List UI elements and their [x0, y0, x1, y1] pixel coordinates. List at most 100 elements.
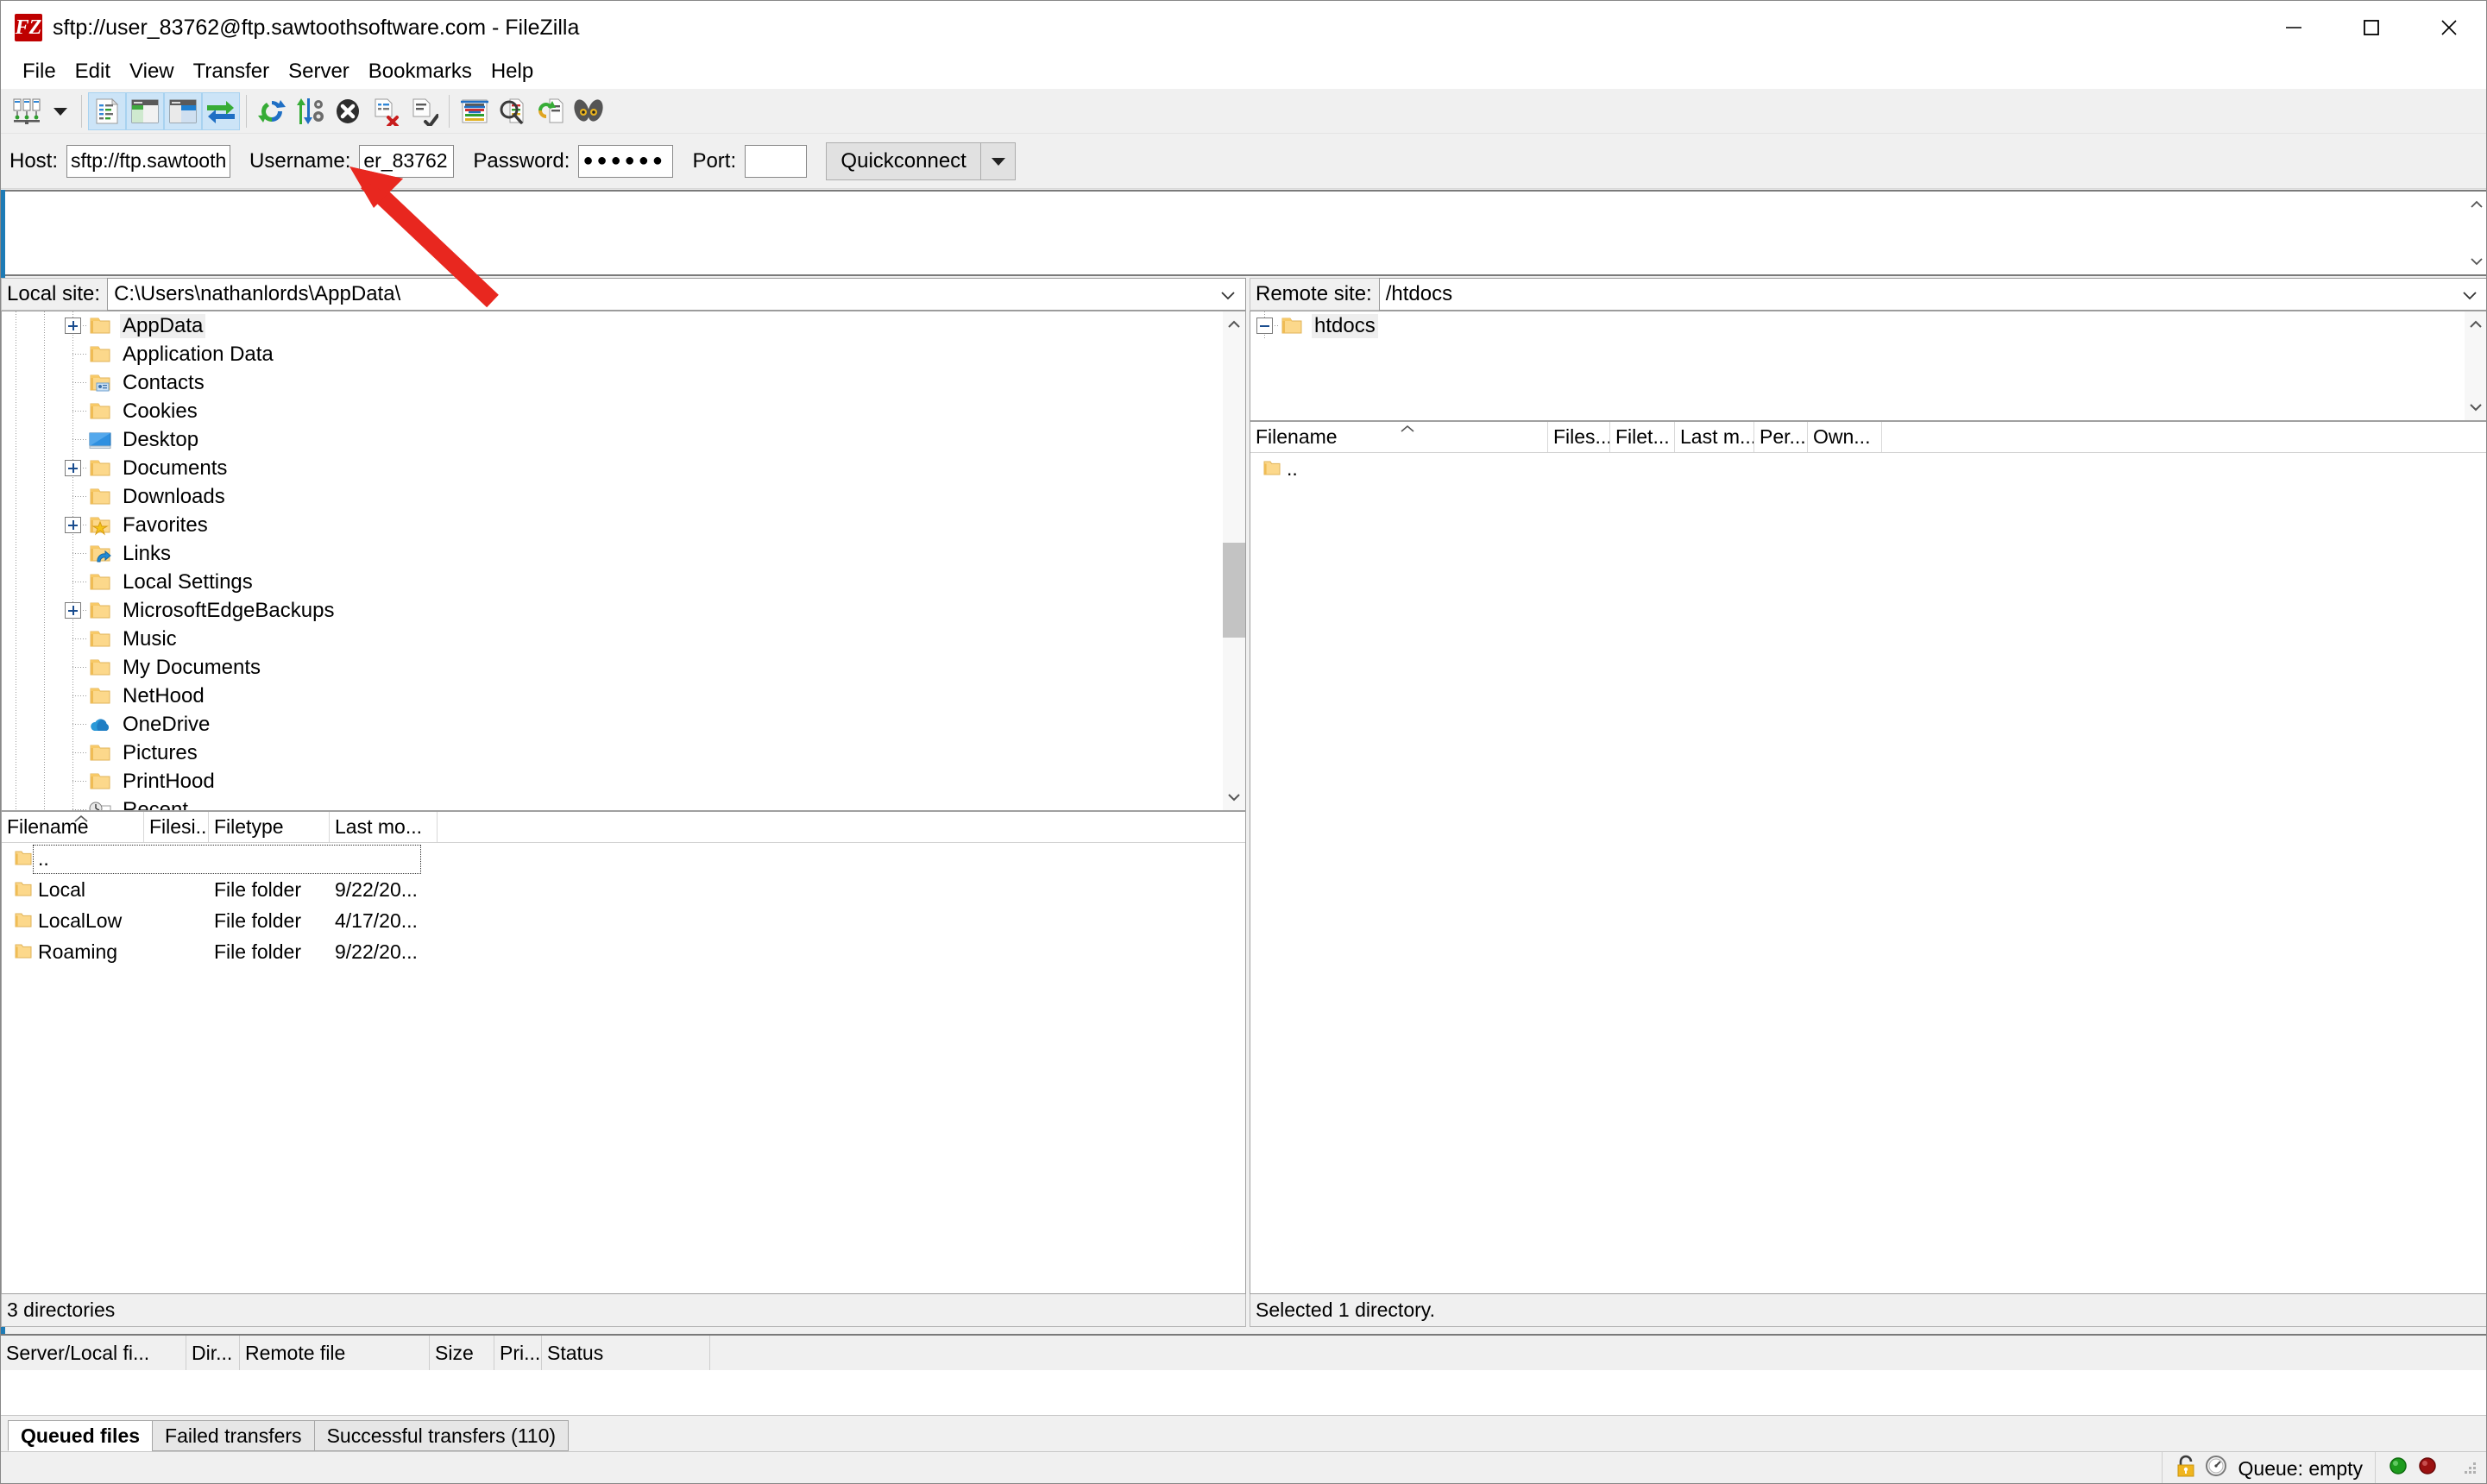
column-header[interactable]: Filetype	[209, 812, 330, 842]
toggle-transfer-queue-icon[interactable]	[202, 91, 240, 130]
local-tree-scroll-thumb[interactable]	[1223, 543, 1245, 638]
tree-item[interactable]: MicrosoftEdgeBackups	[2, 596, 1223, 625]
local-tree-scroll-down-icon[interactable]	[1223, 784, 1245, 810]
message-log-scrollbar[interactable]	[2465, 192, 2486, 274]
table-row[interactable]: ..	[1250, 453, 2486, 484]
local-site-path-combo[interactable]: C:\Users\nathanlords\AppData\	[107, 278, 1246, 311]
tree-expand-plus-icon[interactable]	[65, 602, 81, 619]
queue-column-header[interactable]: Size	[430, 1336, 494, 1370]
remote-file-list[interactable]: Filename Files... Filet... Last m... Per... O…	[1250, 421, 2486, 1294]
local-tree-scroll-track[interactable]	[1223, 337, 1245, 784]
tree-item[interactable]: Local Settings	[2, 568, 1223, 596]
local-tree-scrollbar[interactable]	[1223, 311, 1245, 810]
tree-item[interactable]: Application Data	[2, 340, 1223, 368]
remote-site-chevron-down-icon[interactable]	[2461, 282, 2478, 306]
queue-column-header[interactable]: Remote file	[240, 1336, 430, 1370]
tree-item[interactable]: Music	[2, 625, 1223, 653]
menu-help[interactable]: Help	[482, 54, 543, 89]
site-manager-dropdown-arrow-icon[interactable]	[46, 92, 75, 130]
remote-tree-scrollbar[interactable]	[2465, 311, 2486, 420]
password-input[interactable]: ●●●●●●	[578, 144, 674, 178]
host-input[interactable]: sftp://ftp.sawtooth	[66, 144, 231, 178]
tree-item[interactable]: Downloads	[2, 482, 1223, 511]
tree-item[interactable]: Desktop	[2, 425, 1223, 454]
username-input[interactable]: er_83762	[359, 144, 455, 178]
site-manager-icon[interactable]	[8, 92, 46, 130]
remote-tree-scroll-down-icon[interactable]	[2465, 394, 2486, 420]
queue-column-header[interactable]: Server/Local fi...	[1, 1336, 186, 1370]
minimize-button[interactable]	[2255, 1, 2333, 54]
transfer-queue-body[interactable]	[1, 1370, 2486, 1415]
tree-item[interactable]: Documents	[2, 454, 1223, 482]
table-row[interactable]: Roaming File folder 9/22/20...	[2, 936, 1245, 967]
synchronized-browsing-icon[interactable]	[532, 92, 570, 130]
tree-item[interactable]: NetHood	[2, 682, 1223, 710]
menu-bookmarks[interactable]: Bookmarks	[359, 54, 482, 89]
queue-tab-0[interactable]: Queued files	[8, 1420, 154, 1451]
column-header[interactable]: Filename	[1250, 422, 1548, 452]
tree-item[interactable]: Pictures	[2, 739, 1223, 767]
column-header[interactable]: Per...	[1754, 422, 1808, 452]
local-file-list[interactable]: Filename Filesi... Filetype Last mo... .. Lo…	[1, 811, 1246, 1294]
tree-item[interactable]: Cookies	[2, 397, 1223, 425]
local-site-chevron-down-icon[interactable]	[1219, 282, 1237, 306]
tree-expand-plus-icon[interactable]	[65, 318, 81, 334]
remote-tree-scroll-track[interactable]	[2465, 337, 2486, 394]
column-header[interactable]: Filename	[2, 812, 144, 842]
tree-expand-plus-icon[interactable]	[65, 460, 81, 476]
tree-expand-plus-icon[interactable]	[65, 517, 81, 533]
refresh-icon[interactable]	[253, 92, 291, 130]
queue-column-header[interactable]: Pri...	[494, 1336, 542, 1370]
tree-item[interactable]: Links	[2, 539, 1223, 568]
close-button[interactable]	[2410, 1, 2486, 54]
remote-tree-scroll-up-icon[interactable]	[2465, 311, 2486, 337]
process-queue-icon[interactable]	[291, 92, 329, 130]
quickconnect-button[interactable]: Quickconnect	[826, 141, 982, 180]
local-file-list-rows[interactable]: .. Local File folder 9/22/20... LocalLow File…	[2, 843, 1245, 967]
tree-item[interactable]: Contacts	[2, 368, 1223, 397]
tree-item[interactable]: Recent	[2, 795, 1223, 810]
disconnect-icon[interactable]	[367, 92, 405, 130]
table-row[interactable]: Local File folder 9/22/20...	[2, 874, 1245, 905]
table-row[interactable]: ..	[2, 843, 1245, 874]
local-file-list-header[interactable]: Filename Filesi... Filetype Last mo...	[2, 812, 1245, 843]
local-tree-scroll-up-icon[interactable]	[1223, 311, 1245, 337]
local-directory-tree[interactable]: AppData Application Data Contacts Cookies De…	[1, 311, 1246, 811]
toggle-local-tree-icon[interactable]	[126, 91, 164, 130]
tree-item[interactable]: htdocs	[1250, 311, 2465, 340]
find-files-icon[interactable]	[570, 92, 608, 130]
tree-item[interactable]: OneDrive	[2, 710, 1223, 739]
menu-view[interactable]: View	[120, 54, 184, 89]
tree-item[interactable]: Favorites	[2, 511, 1223, 539]
remote-file-list-rows[interactable]: ..	[1250, 453, 2486, 484]
menu-edit[interactable]: Edit	[66, 54, 120, 89]
queue-column-header[interactable]: Status	[542, 1336, 710, 1370]
queue-tab-2[interactable]: Successful transfers (110)	[313, 1420, 570, 1451]
resize-grip-icon[interactable]	[2450, 1452, 2486, 1484]
remote-directory-tree[interactable]: htdocs	[1250, 311, 2486, 421]
tree-item[interactable]: My Documents	[2, 653, 1223, 682]
tree-item[interactable]: AppData	[2, 311, 1223, 340]
maximize-button[interactable]	[2333, 1, 2410, 54]
remote-file-list-header[interactable]: Filename Files... Filet... Last m... Per... O…	[1250, 422, 2486, 453]
toggle-remote-tree-icon[interactable]	[164, 91, 202, 130]
queue-tab-1[interactable]: Failed transfers	[152, 1420, 315, 1451]
menu-server[interactable]: Server	[279, 54, 359, 89]
transfer-queue-header[interactable]: Server/Local fi... Dir... Remote file Size P…	[1, 1334, 2486, 1370]
column-header[interactable]: Last m...	[1675, 422, 1754, 452]
toggle-message-log-icon[interactable]	[88, 91, 126, 130]
reconnect-icon[interactable]	[405, 92, 443, 130]
tree-collapse-minus-icon[interactable]	[1256, 318, 1273, 334]
queue-column-header[interactable]: Dir...	[186, 1336, 240, 1370]
menu-file[interactable]: File	[13, 54, 66, 89]
column-header[interactable]: Last mo...	[330, 812, 438, 842]
remote-site-path-combo[interactable]: /htdocs	[1378, 278, 2486, 311]
tree-item[interactable]: PrintHood	[2, 767, 1223, 795]
column-header[interactable]: Files...	[1548, 422, 1610, 452]
menu-transfer[interactable]: Transfer	[184, 54, 279, 89]
column-header[interactable]: Filet...	[1610, 422, 1675, 452]
port-input[interactable]	[745, 144, 808, 178]
column-header[interactable]: Own...	[1808, 422, 1882, 452]
compare-directories-icon[interactable]	[494, 92, 532, 130]
transfer-queue-tabs[interactable]: Queued files Failed transfers Successful t…	[1, 1415, 2486, 1451]
